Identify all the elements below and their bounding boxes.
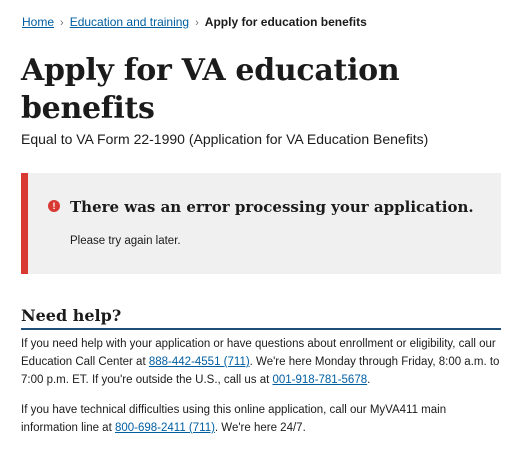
breadcrumb-education-link[interactable]: Education and training — [70, 15, 189, 29]
international-phone-link[interactable]: 001-918-781-5678 — [272, 374, 367, 386]
help-text: . We're here 24/7. — [214, 422, 306, 434]
help-paragraph-education: If you need help with your application o… — [21, 335, 505, 389]
alert-heading: There was an error processing your appli… — [70, 198, 474, 216]
alert-body: Please try again later. — [70, 235, 181, 247]
page-subtitle: Equal to VA Form 22-1990 (Application fo… — [21, 131, 429, 147]
breadcrumb-current: Apply for education benefits — [204, 15, 367, 29]
page-title: Apply for VA education benefits — [21, 53, 400, 126]
breadcrumb-home-link[interactable]: Home — [22, 15, 54, 29]
need-help-heading: Need help? — [21, 306, 501, 330]
error-alert: ! There was an error processing your app… — [21, 173, 501, 274]
breadcrumb: Home › Education and training › Apply for ed… — [22, 14, 367, 31]
education-call-center-phone-link[interactable]: 888-442-4551 (711) — [149, 356, 250, 368]
page: Home › Education and training › Apply for ed… — [0, 0, 524, 470]
help-paragraph-technical: If you have technical difficulties using… — [21, 401, 505, 437]
breadcrumb-separator-icon: › — [195, 17, 199, 29]
help-text: . — [367, 374, 371, 386]
error-icon: ! — [48, 200, 60, 212]
myva411-phone-link[interactable]: 800-698-2411 (711) — [115, 422, 215, 434]
breadcrumb-separator-icon: › — [60, 17, 64, 29]
